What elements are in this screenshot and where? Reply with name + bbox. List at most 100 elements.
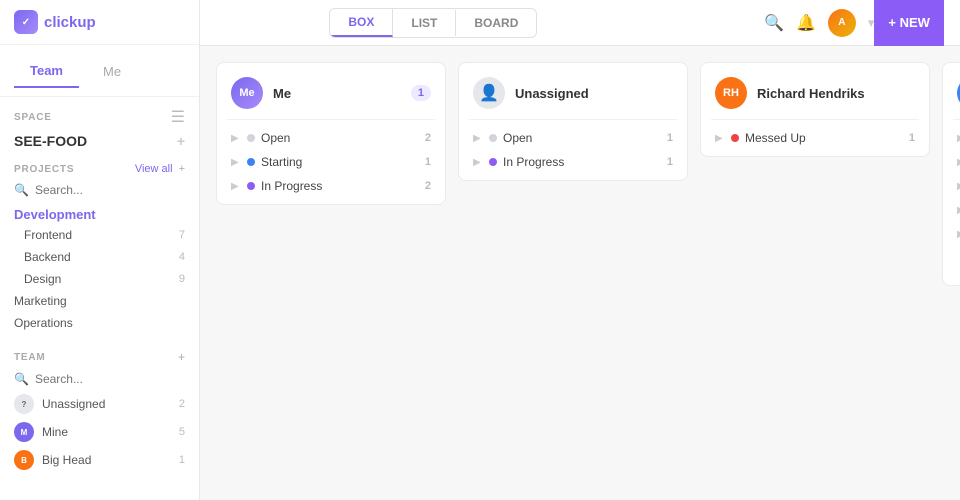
- unassigned-avatar: ?: [14, 394, 34, 414]
- unassigned-groups: ▶ Open 1 ▶ In Progress 1: [459, 120, 687, 180]
- column-richard: RH Richard Hendriks ▶ Messed Up 1: [700, 62, 930, 157]
- unassigned-col-avatar: 👤: [473, 77, 505, 109]
- sidebar-collapse-icon[interactable]: ☰: [171, 107, 185, 127]
- col-header-richard: RH Richard Hendriks: [701, 63, 929, 119]
- me-inprogress-row[interactable]: ▶ In Progress 2: [227, 174, 435, 198]
- add-project-icon[interactable]: +: [179, 163, 185, 175]
- nav-actions: 🔍 🔔 A ▾: [764, 9, 874, 37]
- logo-icon: ✓: [14, 10, 38, 34]
- sidebar-item-marketing[interactable]: Marketing: [0, 290, 199, 312]
- mine-avatar: M: [14, 422, 34, 442]
- new-button[interactable]: + NEW: [874, 0, 944, 46]
- tab-list[interactable]: LIST: [393, 10, 456, 36]
- design-count: 9: [179, 273, 185, 285]
- col-name-me: Me: [273, 86, 401, 101]
- me-groups: ▶ Open 2 ▶ Starting 1 ▶ In Progress 2: [217, 120, 445, 204]
- app-name: clickup: [44, 14, 96, 31]
- backend-label: Backend: [24, 250, 71, 264]
- project-search-input[interactable]: [35, 183, 185, 197]
- me-inprogress-count: 2: [425, 180, 431, 192]
- space-label: SPACE: [14, 112, 52, 123]
- col-header-me: Me Me 1: [217, 63, 445, 119]
- projects-label: PROJECTS: [14, 164, 74, 175]
- search-icon-btn[interactable]: 🔍: [764, 13, 784, 33]
- project-search-row[interactable]: 🔍: [0, 179, 199, 201]
- team-member-bighead[interactable]: B Big Head 1: [0, 446, 199, 474]
- richard-groups: ▶ Messed Up 1: [701, 120, 929, 156]
- richard-messedup-count: 1: [909, 132, 915, 144]
- unassigned-inprogress-count: 1: [667, 156, 673, 168]
- dinesh-review-row[interactable]: ▶ Review 2: [953, 222, 960, 246]
- dinesh-groups: ▶ Open 1 ▶ Starting 3 ▶ In Progress 2 ▶ …: [943, 120, 960, 252]
- bell-icon-btn[interactable]: 🔔: [796, 13, 816, 33]
- unassigned-open-row[interactable]: ▶ Open 1: [469, 126, 677, 150]
- view-tabs: BOX LIST BOARD: [329, 8, 537, 38]
- me-starting-label: Starting: [261, 155, 419, 169]
- space-name: SEE-FOOD: [14, 133, 87, 149]
- me-inprogress-label: In Progress: [261, 179, 419, 193]
- col-name-unassigned: Unassigned: [515, 86, 673, 101]
- richard-messedup-row[interactable]: ▶ Messed Up 1: [711, 126, 919, 150]
- me-open-row[interactable]: ▶ Open 2: [227, 126, 435, 150]
- sidebar-item-design[interactable]: Design 9: [0, 268, 199, 290]
- search-icon: 🔍: [14, 183, 29, 197]
- sidebar: ✓ clickup Team Me SPACE ☰ SEE-FOOD + PRO…: [0, 0, 200, 500]
- frontend-count: 7: [179, 229, 185, 241]
- tab-box[interactable]: BOX: [330, 9, 393, 37]
- design-label: Design: [24, 272, 61, 286]
- view-all-link[interactable]: View all: [135, 163, 173, 175]
- team-section-header: TEAM +: [0, 342, 199, 368]
- space-name-row: SEE-FOOD +: [0, 129, 199, 155]
- unassigned-count: 2: [179, 398, 185, 410]
- frontend-label: Frontend: [24, 228, 72, 242]
- column-dinesh: DC Dinesh Chugtai ▶ Open 1 ▶ Starting 3 …: [942, 62, 960, 286]
- column-unassigned: 👤 Unassigned ▶ Open 1 ▶ In Progress 1: [458, 62, 688, 181]
- col-header-dinesh: DC Dinesh Chugtai: [943, 63, 960, 119]
- dinesh-inprogress-row[interactable]: ▶ In Progress 2: [953, 174, 960, 198]
- add-team-icon[interactable]: +: [178, 350, 185, 364]
- col-name-richard: Richard Hendriks: [757, 86, 915, 101]
- richard-messedup-label: Messed Up: [745, 131, 903, 145]
- space-add-icon[interactable]: +: [177, 133, 185, 149]
- col-header-unassigned: 👤 Unassigned: [459, 63, 687, 119]
- main-board: Me Me 1 ▶ Open 2 ▶ Starting 1 ▶ In Progr…: [200, 46, 960, 500]
- team-member-mine[interactable]: M Mine 5: [0, 418, 199, 446]
- me-starting-row[interactable]: ▶ Starting 1: [227, 150, 435, 174]
- marketing-label: Marketing: [14, 294, 67, 308]
- column-me: Me Me 1 ▶ Open 2 ▶ Starting 1 ▶ In Progr…: [216, 62, 446, 205]
- mine-name: Mine: [42, 425, 68, 439]
- team-tab[interactable]: Team: [14, 55, 79, 88]
- projects-section-header: PROJECTS View all +: [0, 155, 199, 179]
- sidebar-item-operations[interactable]: Operations: [0, 312, 199, 334]
- team-search-input[interactable]: [35, 372, 185, 386]
- dinesh-expand-btn[interactable]: ▾: [943, 252, 960, 285]
- projects-actions: View all +: [135, 163, 185, 175]
- dinesh-open-row[interactable]: ▶ Open 1: [953, 126, 960, 150]
- me-badge: 1: [411, 85, 431, 101]
- unassigned-open-count: 1: [667, 132, 673, 144]
- team-search-row[interactable]: 🔍: [0, 368, 199, 390]
- app-logo[interactable]: ✓ clickup: [14, 10, 96, 34]
- unassigned-open-label: Open: [503, 131, 661, 145]
- me-open-count: 2: [425, 132, 431, 144]
- sidebar-item-backend[interactable]: Backend 4: [0, 246, 199, 268]
- sidebar-item-frontend[interactable]: Frontend 7: [0, 224, 199, 246]
- team-search-icon: 🔍: [14, 372, 29, 386]
- team-member-unassigned[interactable]: ? Unassigned 2: [0, 390, 199, 418]
- me-avatar: Me: [231, 77, 263, 109]
- backend-count: 4: [179, 251, 185, 263]
- dinesh-starting-row[interactable]: ▶ Starting 3: [953, 150, 960, 174]
- me-open-label: Open: [261, 131, 419, 145]
- me-tab[interactable]: Me: [87, 56, 137, 87]
- unassigned-inprogress-row[interactable]: ▶ In Progress 1: [469, 150, 677, 174]
- mine-count: 5: [179, 426, 185, 438]
- active-project[interactable]: Development: [0, 201, 199, 224]
- bighead-avatar: B: [14, 450, 34, 470]
- me-starting-count: 1: [425, 156, 431, 168]
- user-avatar[interactable]: A: [828, 9, 856, 37]
- dinesh-messedup-row[interactable]: ▶ Messed Up 1: [953, 198, 960, 222]
- sidebar-header: ✓ clickup: [0, 0, 199, 45]
- tab-board[interactable]: BOARD: [456, 10, 536, 36]
- operations-label: Operations: [14, 316, 73, 330]
- team-label: TEAM: [14, 352, 46, 363]
